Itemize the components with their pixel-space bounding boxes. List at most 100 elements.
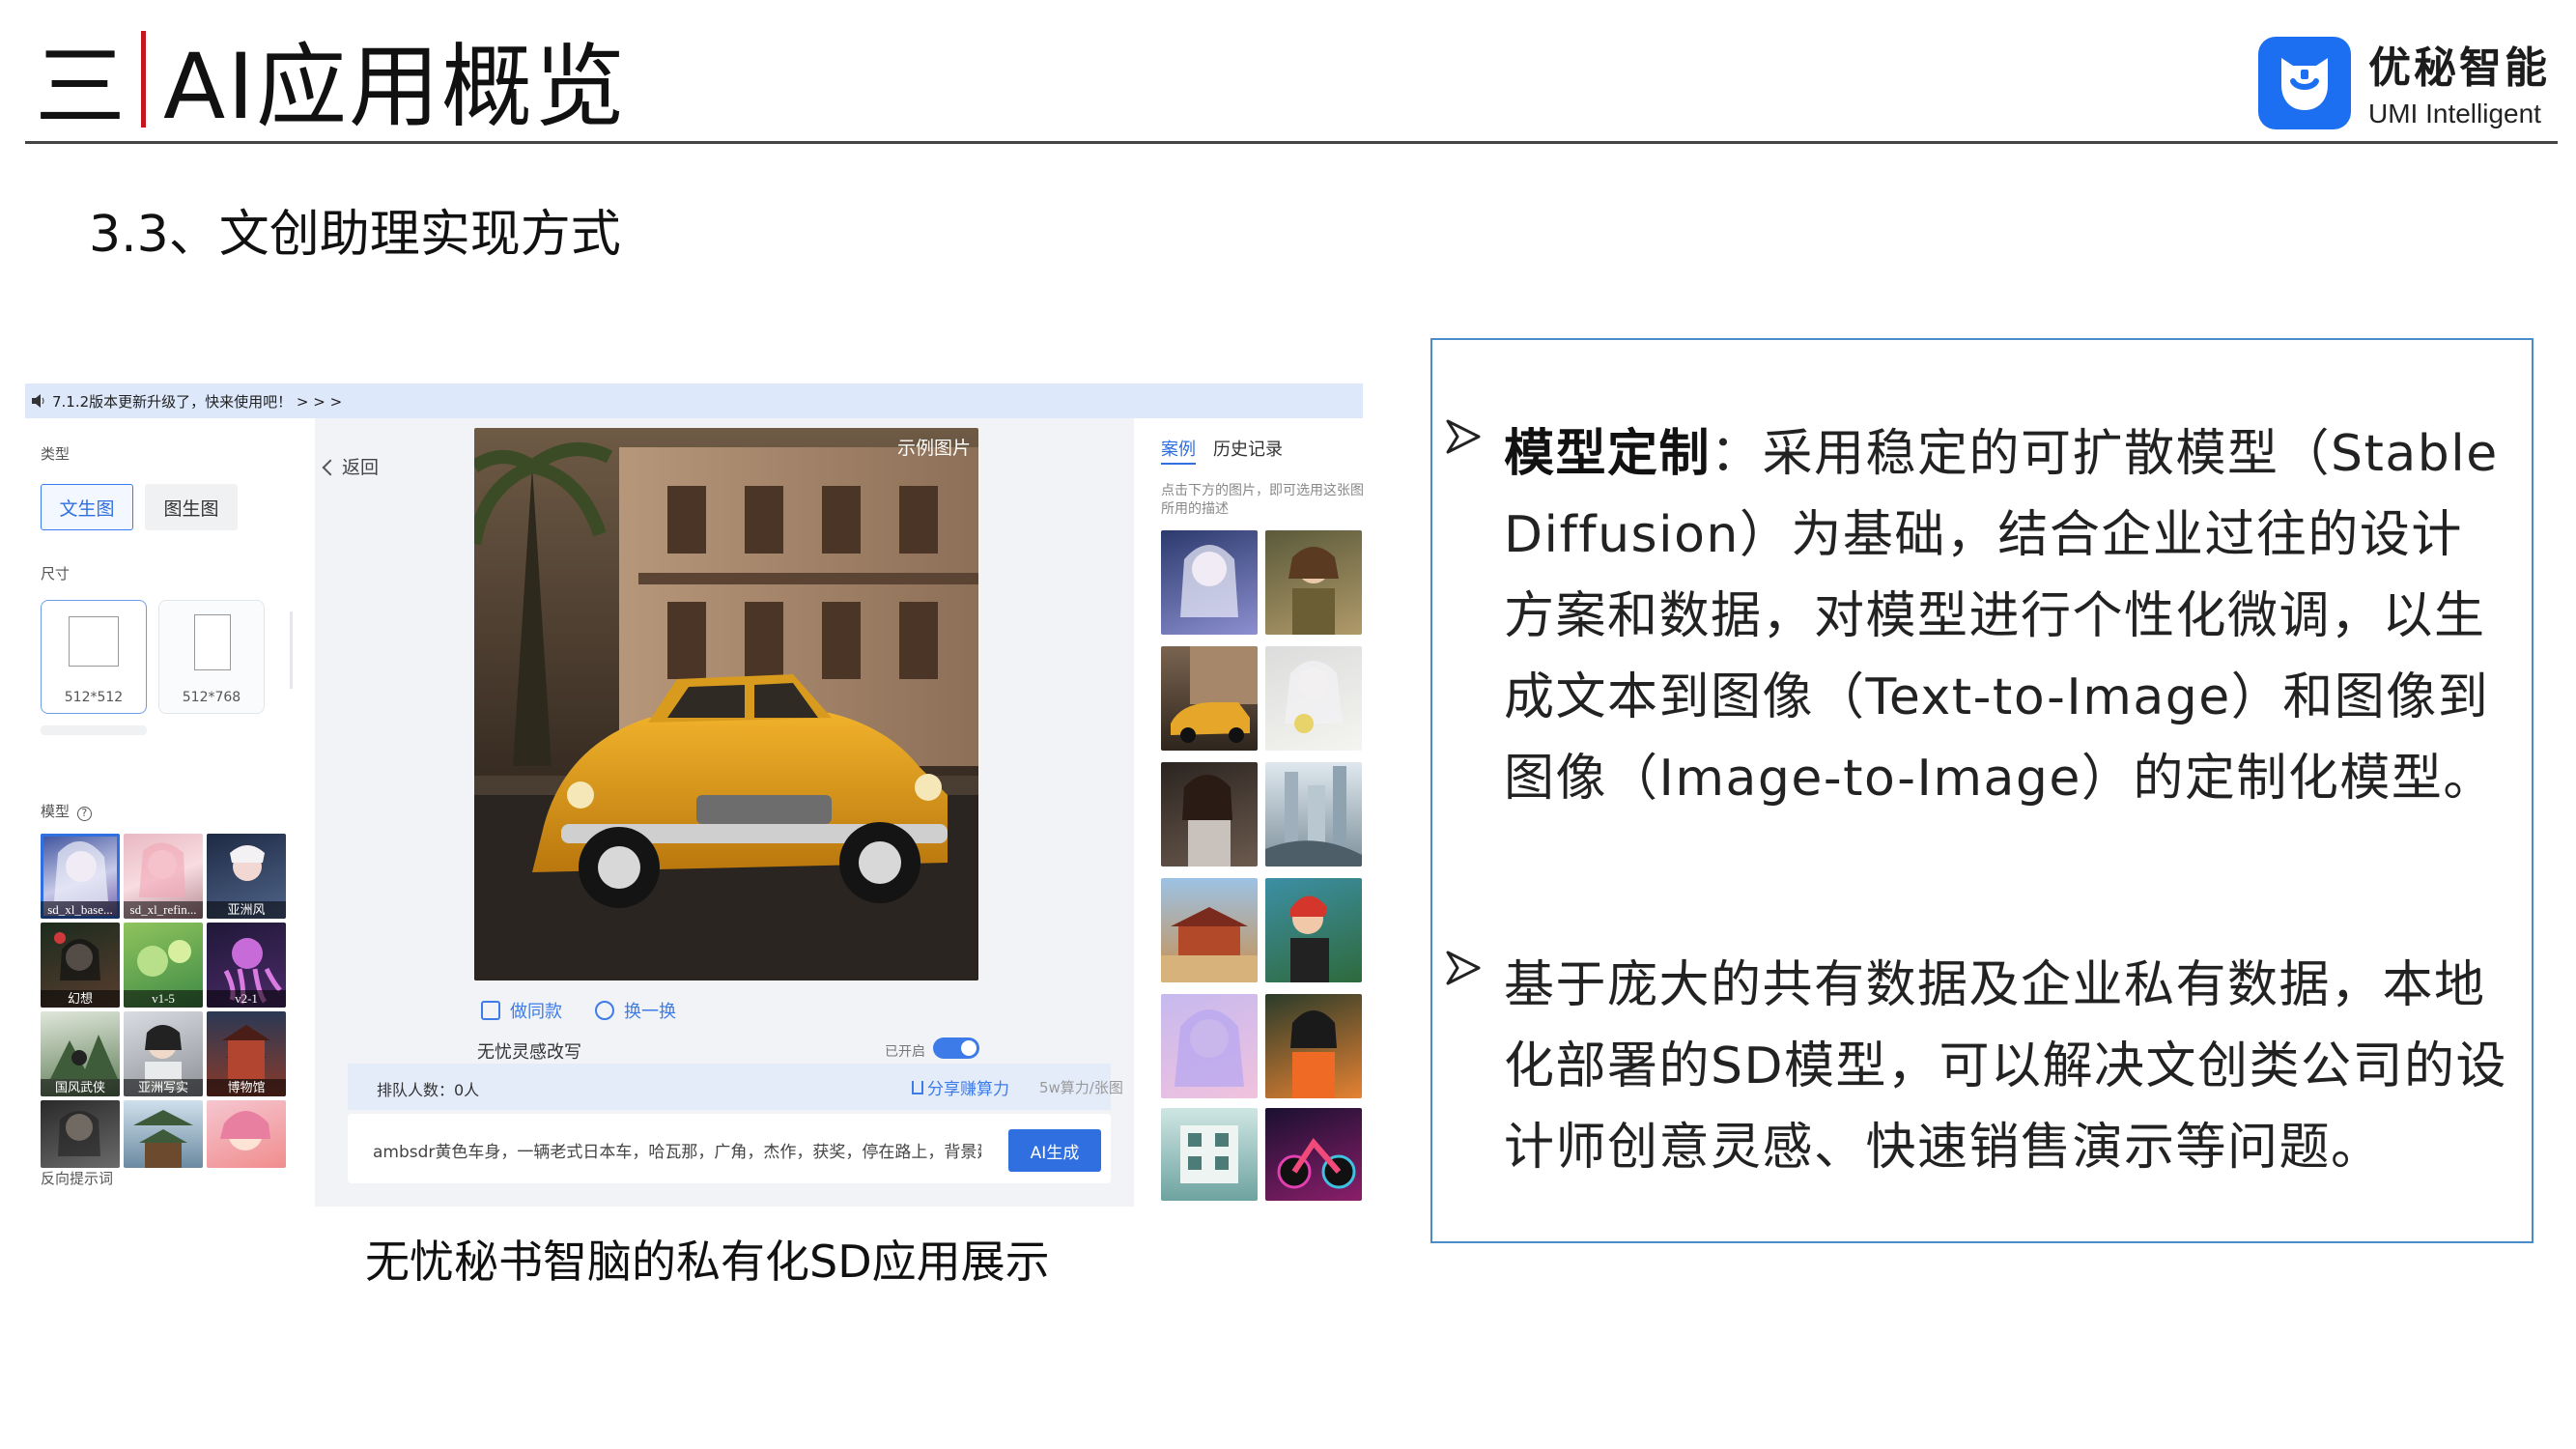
size-scrollbar[interactable] (290, 611, 293, 689)
preview-panel: 返回 示例图片 做同款 换一换 无忧灵感改写 已开启 排队人数：0人 分享赚算力… (315, 418, 1134, 1207)
gallery-thumbnail[interactable] (1265, 994, 1362, 1098)
inspiration-rewrite-label: 无忧灵感改写 (477, 1042, 581, 1063)
logo-company-subtitle: UMI Intelligent (2368, 99, 2541, 128)
model-name: 幻想 (41, 990, 120, 1008)
model-label: 模型 ? (41, 801, 92, 821)
back-label: 返回 (342, 457, 380, 478)
type-label: 类型 (41, 445, 71, 463)
model-card[interactable]: 博物馆 (207, 1011, 286, 1096)
description-box: 模型定制：采用稳定的可扩散模型（Stable Diffusion）为基础，结合企… (1430, 338, 2534, 1243)
help-icon[interactable]: ? (76, 807, 92, 821)
compute-cost-note: 5w算力/张图 (1039, 1079, 1123, 1096)
bullet-model-customization: 模型定制：采用稳定的可扩散模型（Stable Diffusion）为基础，结合企… (1446, 413, 2508, 819)
copy-icon (481, 1001, 500, 1020)
model-card[interactable]: 亚洲风 (207, 834, 286, 919)
settings-panel: 类型 文生图 图生图 尺寸 512*512 512*768 模型 ? sd_xl… (25, 418, 305, 1207)
share-earn-label: 分享赚算力 (927, 1080, 1009, 1099)
section-title: 3.3、文创助理实现方式 (89, 206, 621, 264)
size-value: 512*768 (182, 690, 241, 705)
update-notice-text: 7.1.2版本更新升级了，快来使用吧！ > > > (52, 392, 343, 411)
share-earn-link[interactable]: 分享赚算力 (912, 1075, 1009, 1099)
gallery-thumbnail[interactable] (1265, 646, 1362, 751)
model-name: 亚洲风 (207, 901, 286, 919)
size-label: 尺寸 (41, 565, 71, 582)
refresh-icon (595, 1001, 614, 1020)
arrow-bullet-icon (1446, 951, 1481, 985)
model-name: sd_xl_base... (41, 901, 120, 919)
model-card[interactable] (41, 1100, 120, 1168)
model-card[interactable]: 国风武侠 (41, 1011, 120, 1096)
model-label-text: 模型 (41, 803, 71, 820)
gallery-thumbnail[interactable] (1161, 994, 1258, 1098)
gallery-thumbnail[interactable] (1161, 530, 1258, 635)
model-name: 亚洲写实 (124, 1079, 203, 1096)
ai-generate-button[interactable]: AI生成 (1008, 1129, 1101, 1172)
model-card[interactable] (124, 1100, 203, 1168)
gallery-hint: 点击下方的图片，即可选用这张图所用的描述 (1161, 483, 1363, 517)
size-option-512x768[interactable]: 512*768 (158, 600, 265, 714)
bullet-private-deployment: 基于庞大的共有数据及企业私有数据，本地化部署的SD模型，可以解决文创类公司的设计… (1446, 945, 2508, 1188)
model-name: v1-5 (124, 990, 203, 1008)
square-ratio-icon (69, 616, 119, 667)
model-card[interactable]: v1-5 (124, 923, 203, 1008)
model-card[interactable] (207, 1100, 286, 1168)
negative-prompt-label: 反向提示词 (41, 1170, 114, 1187)
slide-title: 三 AI应用概览 (35, 21, 627, 140)
logo-company-name: 优秘智能 (2368, 43, 2550, 93)
share-icon (912, 1081, 923, 1094)
model-card[interactable]: 亚洲写实 (124, 1011, 203, 1096)
sd-app-screenshot: 7.1.2版本更新升级了，快来使用吧！ > > > 类型 文生图 图生图 尺寸 … (25, 384, 1363, 1207)
umi-logo-icon (2258, 37, 2351, 129)
tab-history[interactable]: 历史记录 (1213, 436, 1283, 461)
prompt-input[interactable]: ambsdr黄色车身，一辆老式日本车，哈瓦那，广角，杰作，获奖，停在路上，背景建… (348, 1114, 1111, 1183)
model-card[interactable]: sd_xl_refin... (124, 834, 203, 919)
make-same-label: 做同款 (510, 1002, 562, 1022)
model-name: 国风武侠 (41, 1079, 120, 1096)
header-divider-line (25, 141, 2558, 144)
image-to-image-button[interactable]: 图生图 (145, 484, 238, 530)
tab-cases[interactable]: 案例 (1161, 436, 1196, 465)
queue-bar: 排队人数：0人 分享赚算力 5w算力/张图 (348, 1064, 1123, 1110)
title-red-divider (141, 31, 147, 128)
model-name: v2-1 (207, 990, 286, 1008)
gallery-thumbnail[interactable] (1161, 762, 1258, 867)
slide-title-prefix: 三 (35, 35, 128, 140)
chevron-left-icon (322, 459, 339, 476)
model-name: sd_xl_refin... (124, 901, 203, 919)
rewrite-status-text: 已开启 (885, 1044, 925, 1060)
prompt-text[interactable]: ambsdr黄色车身，一辆老式日本车，哈瓦那，广角，杰作，获奖，停在路上，背景建… (373, 1138, 981, 1162)
speaker-icon (32, 394, 44, 408)
gallery-thumbnail[interactable] (1265, 1108, 1362, 1201)
bullet-2-text: 基于庞大的共有数据及企业私有数据，本地化部署的SD模型，可以解决文创类公司的设计… (1504, 956, 2508, 1177)
portrait-ratio-icon (194, 614, 231, 670)
gallery-thumbnail[interactable] (1265, 762, 1362, 867)
text-to-image-button[interactable]: 文生图 (41, 484, 133, 530)
arrow-bullet-icon (1446, 419, 1481, 454)
back-button[interactable]: 返回 (322, 453, 380, 479)
size-option-512x512[interactable]: 512*512 (41, 600, 147, 714)
slide-title-main: AI应用概览 (163, 35, 628, 140)
queue-count: 排队人数：0人 (377, 1081, 480, 1099)
update-notice-bar[interactable]: 7.1.2版本更新升级了，快来使用吧！ > > > (25, 384, 1363, 418)
example-image-tag: 示例图片 (896, 438, 971, 459)
model-card[interactable]: 幻想 (41, 923, 120, 1008)
gallery-panel: 案例 历史记录 点击下方的图片，即可选用这张图所用的描述 (1136, 418, 1363, 1207)
example-image: 示例图片 (474, 428, 978, 980)
model-grid: sd_xl_base... sd_xl_refin... 亚洲风 幻想 v1-5 (41, 834, 288, 1168)
model-name: 博物馆 (207, 1079, 286, 1096)
size-value: 512*512 (64, 690, 124, 705)
swap-button[interactable]: 换一换 (595, 998, 676, 1023)
screenshot-caption: 无忧秘书智脑的私有化SD应用展示 (365, 1236, 1050, 1288)
gallery-thumbnail[interactable] (1265, 878, 1362, 982)
gallery-thumbnail[interactable] (1161, 1108, 1258, 1201)
rewrite-toggle-switch[interactable] (933, 1037, 979, 1059)
model-card[interactable]: sd_xl_base... (41, 834, 120, 919)
model-card[interactable]: v2-1 (207, 923, 286, 1008)
size-card-partial (41, 725, 147, 735)
bullet-1-heading: 模型定制 (1504, 425, 1712, 483)
make-same-button[interactable]: 做同款 (481, 998, 562, 1023)
gallery-thumbnail[interactable] (1161, 646, 1258, 751)
gallery-thumbnail[interactable] (1265, 530, 1362, 635)
gallery-thumbnail[interactable] (1161, 878, 1258, 982)
swap-label: 换一换 (624, 1002, 676, 1022)
